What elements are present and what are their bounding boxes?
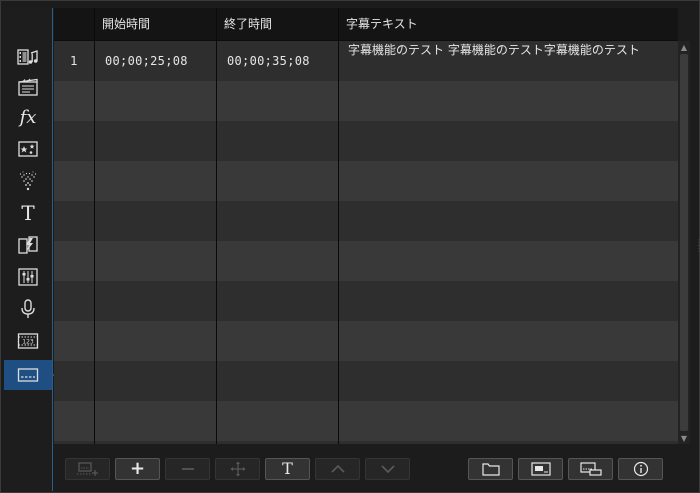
fx-room-button[interactable]: fx: [4, 102, 52, 132]
resize-grip-icon[interactable]: ⋮ ⋮: [695, 239, 700, 258]
subtitle-preview-icon: [530, 462, 551, 476]
info-button[interactable]: [618, 458, 663, 480]
text-format-icon: T: [282, 459, 293, 478]
svg-text:123: 123: [22, 339, 34, 346]
add-subtitle-button[interactable]: +: [115, 458, 160, 480]
row-subtitle-text[interactable]: 字幕機能のテスト 字幕機能のテスト字幕機能のテスト: [339, 41, 640, 81]
subtitle-preview-button[interactable]: [518, 458, 563, 480]
chapter-room-icon: 123: [17, 333, 39, 349]
table-header: 開始時間 終了時間 字幕テキスト: [54, 8, 678, 41]
header-start-time[interactable]: 開始時間: [95, 8, 216, 41]
subtitle-overlay-icon: [579, 462, 602, 476]
table-row[interactable]: [54, 81, 678, 121]
audio-mixing-button[interactable]: [4, 262, 52, 292]
pip-objects-icon: [18, 141, 38, 157]
move-arrows-icon: [230, 461, 245, 477]
header-end-time[interactable]: 終了時間: [217, 8, 338, 41]
table-row[interactable]: [54, 121, 678, 161]
column-divider: [94, 8, 95, 444]
chevron-up-icon: [330, 464, 345, 473]
table-row[interactable]: [54, 361, 678, 401]
audio-mixing-icon: [18, 268, 38, 286]
header-index: [54, 8, 94, 41]
table-row[interactable]: [54, 201, 678, 241]
pip-objects-button[interactable]: [4, 134, 52, 164]
subtitle-toolbar: + T: [54, 446, 694, 490]
transition-room-button[interactable]: [4, 230, 52, 260]
voice-over-icon: [21, 299, 35, 318]
particle-room-button[interactable]: [4, 166, 52, 196]
row-index: 1: [70, 54, 78, 68]
import-to-position-button[interactable]: [65, 458, 110, 480]
import-subtitle-file-button[interactable]: [468, 458, 513, 480]
title-room-button[interactable]: T: [4, 198, 52, 228]
folder-icon: [481, 463, 500, 476]
media-room-button[interactable]: [4, 42, 52, 72]
subtitle-overlay-button[interactable]: [568, 458, 613, 480]
title-room-icon: T: [21, 201, 35, 225]
scroll-down-icon[interactable]: ▼: [678, 432, 690, 444]
move-up-button[interactable]: [315, 458, 360, 480]
table-row[interactable]: [54, 321, 678, 361]
move-down-button[interactable]: [365, 458, 410, 480]
table-row[interactable]: [54, 441, 678, 444]
voice-over-button[interactable]: [4, 294, 52, 324]
remove-subtitle-button[interactable]: [165, 458, 210, 480]
chevron-down-icon: [380, 465, 395, 474]
table-row[interactable]: [54, 161, 678, 201]
text-format-button[interactable]: T: [265, 458, 310, 480]
info-icon: [633, 461, 648, 477]
room-sidebar: fx T 123: [4, 8, 60, 491]
subtitle-room-icon: [17, 368, 39, 382]
row-start-time[interactable]: 00;00;25;08: [95, 41, 188, 81]
vertical-scrollbar[interactable]: ▲ ▼: [678, 41, 690, 444]
column-divider: [338, 8, 339, 444]
plus-icon: +: [129, 458, 146, 479]
table-row[interactable]: [54, 281, 678, 321]
clip-room-icon: [18, 78, 38, 96]
table-body: 1 00;00;25;08 00;00;35;08 字幕機能のテスト 字幕機能の…: [54, 41, 678, 444]
row-end-time[interactable]: 00;00;35;08: [217, 41, 310, 81]
particle-room-icon: [19, 171, 37, 191]
clip-room-button[interactable]: [4, 72, 52, 102]
scroll-up-icon[interactable]: ▲: [678, 41, 690, 53]
add-at-position-icon: [76, 462, 98, 476]
media-room-icon: [17, 49, 38, 65]
fx-room-icon: fx: [19, 106, 37, 128]
minus-icon: [181, 468, 194, 470]
table-row[interactable]: [54, 241, 678, 281]
scroll-thumb[interactable]: [680, 54, 688, 431]
subtitle-room-button[interactable]: [4, 360, 60, 390]
column-divider: [216, 8, 217, 444]
adjust-position-button[interactable]: [215, 458, 260, 480]
header-subtitle-text[interactable]: 字幕テキスト: [339, 8, 678, 41]
table-row[interactable]: [54, 401, 678, 441]
table-row[interactable]: 1 00;00;25;08 00;00;35;08 字幕機能のテスト 字幕機能の…: [54, 41, 678, 81]
subtitle-table: 開始時間 終了時間 字幕テキスト 1 00;00;25;08 00;00;35;…: [54, 8, 678, 444]
transition-room-icon: [18, 236, 38, 254]
chapter-room-button[interactable]: 123: [4, 326, 52, 356]
